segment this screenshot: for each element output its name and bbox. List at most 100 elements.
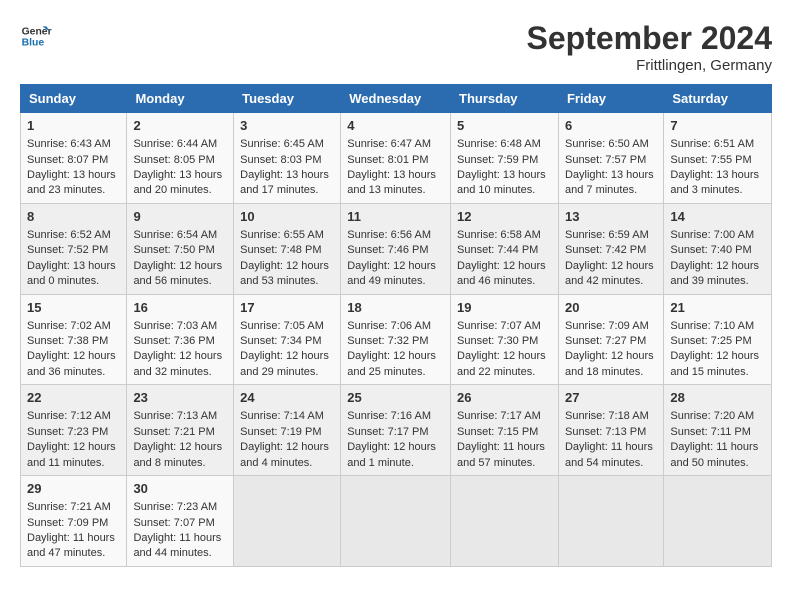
day-info: Sunset: 7:13 PM bbox=[565, 425, 657, 440]
calendar-week-1: 1Sunrise: 6:43 AMSunset: 8:07 PMDaylight… bbox=[21, 113, 772, 204]
calendar-cell: 13Sunrise: 6:59 AMSunset: 7:42 PMDayligh… bbox=[558, 203, 663, 294]
day-number: 23 bbox=[133, 389, 227, 407]
day-number: 7 bbox=[670, 117, 765, 135]
day-info: Daylight: 13 hours bbox=[133, 168, 227, 183]
day-info: Sunrise: 7:00 AM bbox=[670, 228, 765, 243]
calendar-cell: 17Sunrise: 7:05 AMSunset: 7:34 PMDayligh… bbox=[234, 294, 341, 385]
day-info: Sunset: 7:38 PM bbox=[27, 334, 120, 349]
day-number: 2 bbox=[133, 117, 227, 135]
day-info: Daylight: 12 hours bbox=[240, 349, 334, 364]
day-info: Sunrise: 6:45 AM bbox=[240, 137, 334, 152]
calendar-cell: 21Sunrise: 7:10 AMSunset: 7:25 PMDayligh… bbox=[664, 294, 772, 385]
day-info: Sunset: 7:42 PM bbox=[565, 243, 657, 258]
calendar-week-5: 29Sunrise: 7:21 AMSunset: 7:09 PMDayligh… bbox=[21, 476, 772, 567]
day-info: Sunrise: 6:47 AM bbox=[347, 137, 444, 152]
day-info: Daylight: 13 hours bbox=[27, 259, 120, 274]
day-number: 13 bbox=[565, 208, 657, 226]
day-info: Sunset: 7:40 PM bbox=[670, 243, 765, 258]
col-header-tuesday: Tuesday bbox=[234, 85, 341, 113]
col-header-friday: Friday bbox=[558, 85, 663, 113]
calendar-cell: 5Sunrise: 6:48 AMSunset: 7:59 PMDaylight… bbox=[451, 113, 559, 204]
day-info: Sunset: 7:48 PM bbox=[240, 243, 334, 258]
day-number: 4 bbox=[347, 117, 444, 135]
day-info: Sunrise: 7:07 AM bbox=[457, 319, 552, 334]
calendar-cell: 8Sunrise: 6:52 AMSunset: 7:52 PMDaylight… bbox=[21, 203, 127, 294]
day-info: Sunset: 7:15 PM bbox=[457, 425, 552, 440]
day-info: and 13 minutes. bbox=[347, 183, 444, 198]
day-info: and 7 minutes. bbox=[565, 183, 657, 198]
day-info: Daylight: 11 hours bbox=[133, 531, 227, 546]
calendar-week-3: 15Sunrise: 7:02 AMSunset: 7:38 PMDayligh… bbox=[21, 294, 772, 385]
day-info: Daylight: 12 hours bbox=[240, 259, 334, 274]
day-number: 25 bbox=[347, 389, 444, 407]
calendar-cell bbox=[341, 476, 451, 567]
day-info: Sunrise: 7:18 AM bbox=[565, 409, 657, 424]
day-info: Daylight: 13 hours bbox=[27, 168, 120, 183]
day-number: 15 bbox=[27, 299, 120, 317]
day-info: Sunrise: 6:59 AM bbox=[565, 228, 657, 243]
day-number: 8 bbox=[27, 208, 120, 226]
day-info: and 1 minute. bbox=[347, 456, 444, 471]
day-number: 12 bbox=[457, 208, 552, 226]
day-info: and 32 minutes. bbox=[133, 365, 227, 380]
day-number: 17 bbox=[240, 299, 334, 317]
day-info: Sunrise: 7:14 AM bbox=[240, 409, 334, 424]
day-info: Daylight: 12 hours bbox=[565, 349, 657, 364]
day-info: Sunrise: 7:09 AM bbox=[565, 319, 657, 334]
col-header-wednesday: Wednesday bbox=[341, 85, 451, 113]
day-info: Daylight: 12 hours bbox=[457, 259, 552, 274]
day-info: and 29 minutes. bbox=[240, 365, 334, 380]
svg-text:Blue: Blue bbox=[22, 38, 45, 49]
day-info: Sunrise: 7:03 AM bbox=[133, 319, 227, 334]
day-info: Sunrise: 6:52 AM bbox=[27, 228, 120, 243]
day-number: 27 bbox=[565, 389, 657, 407]
day-info: Sunset: 7:50 PM bbox=[133, 243, 227, 258]
calendar-cell: 14Sunrise: 7:00 AMSunset: 7:40 PMDayligh… bbox=[664, 203, 772, 294]
day-info: Sunrise: 6:56 AM bbox=[347, 228, 444, 243]
calendar-cell: 3Sunrise: 6:45 AMSunset: 8:03 PMDaylight… bbox=[234, 113, 341, 204]
calendar-header: SundayMondayTuesdayWednesdayThursdayFrid… bbox=[21, 85, 772, 113]
day-info: and 50 minutes. bbox=[670, 456, 765, 471]
day-info: and 3 minutes. bbox=[670, 183, 765, 198]
day-info: Daylight: 12 hours bbox=[133, 440, 227, 455]
day-info: Daylight: 11 hours bbox=[27, 531, 120, 546]
calendar-cell: 10Sunrise: 6:55 AMSunset: 7:48 PMDayligh… bbox=[234, 203, 341, 294]
day-info: Daylight: 13 hours bbox=[670, 168, 765, 183]
day-info: and 11 minutes. bbox=[27, 456, 120, 471]
calendar-week-2: 8Sunrise: 6:52 AMSunset: 7:52 PMDaylight… bbox=[21, 203, 772, 294]
day-info: and 36 minutes. bbox=[27, 365, 120, 380]
day-info: Sunrise: 6:50 AM bbox=[565, 137, 657, 152]
day-info: Sunset: 7:21 PM bbox=[133, 425, 227, 440]
day-info: and 47 minutes. bbox=[27, 546, 120, 561]
col-header-saturday: Saturday bbox=[664, 85, 772, 113]
day-info: Daylight: 12 hours bbox=[240, 440, 334, 455]
page-header: General Blue September 2024 Frittlingen,… bbox=[20, 20, 772, 74]
day-info: and 8 minutes. bbox=[133, 456, 227, 471]
day-info: Sunrise: 7:17 AM bbox=[457, 409, 552, 424]
day-info: Sunset: 8:03 PM bbox=[240, 153, 334, 168]
calendar-cell: 11Sunrise: 6:56 AMSunset: 7:46 PMDayligh… bbox=[341, 203, 451, 294]
day-info: Sunrise: 7:20 AM bbox=[670, 409, 765, 424]
calendar-cell: 18Sunrise: 7:06 AMSunset: 7:32 PMDayligh… bbox=[341, 294, 451, 385]
day-info: Sunset: 8:05 PM bbox=[133, 153, 227, 168]
day-info: Sunset: 7:46 PM bbox=[347, 243, 444, 258]
day-info: Sunrise: 6:58 AM bbox=[457, 228, 552, 243]
calendar-cell: 27Sunrise: 7:18 AMSunset: 7:13 PMDayligh… bbox=[558, 385, 663, 476]
day-info: Sunset: 7:59 PM bbox=[457, 153, 552, 168]
day-info: Sunset: 8:01 PM bbox=[347, 153, 444, 168]
day-info: and 53 minutes. bbox=[240, 274, 334, 289]
day-info: Sunset: 7:57 PM bbox=[565, 153, 657, 168]
day-info: and 22 minutes. bbox=[457, 365, 552, 380]
col-header-sunday: Sunday bbox=[21, 85, 127, 113]
col-header-monday: Monday bbox=[127, 85, 234, 113]
day-info: Sunset: 7:19 PM bbox=[240, 425, 334, 440]
day-info: Sunset: 7:44 PM bbox=[457, 243, 552, 258]
calendar-cell bbox=[664, 476, 772, 567]
day-info: Daylight: 12 hours bbox=[347, 440, 444, 455]
day-number: 3 bbox=[240, 117, 334, 135]
calendar-cell bbox=[234, 476, 341, 567]
day-info: Sunset: 7:09 PM bbox=[27, 516, 120, 531]
day-info: Daylight: 12 hours bbox=[27, 349, 120, 364]
day-number: 10 bbox=[240, 208, 334, 226]
day-number: 9 bbox=[133, 208, 227, 226]
